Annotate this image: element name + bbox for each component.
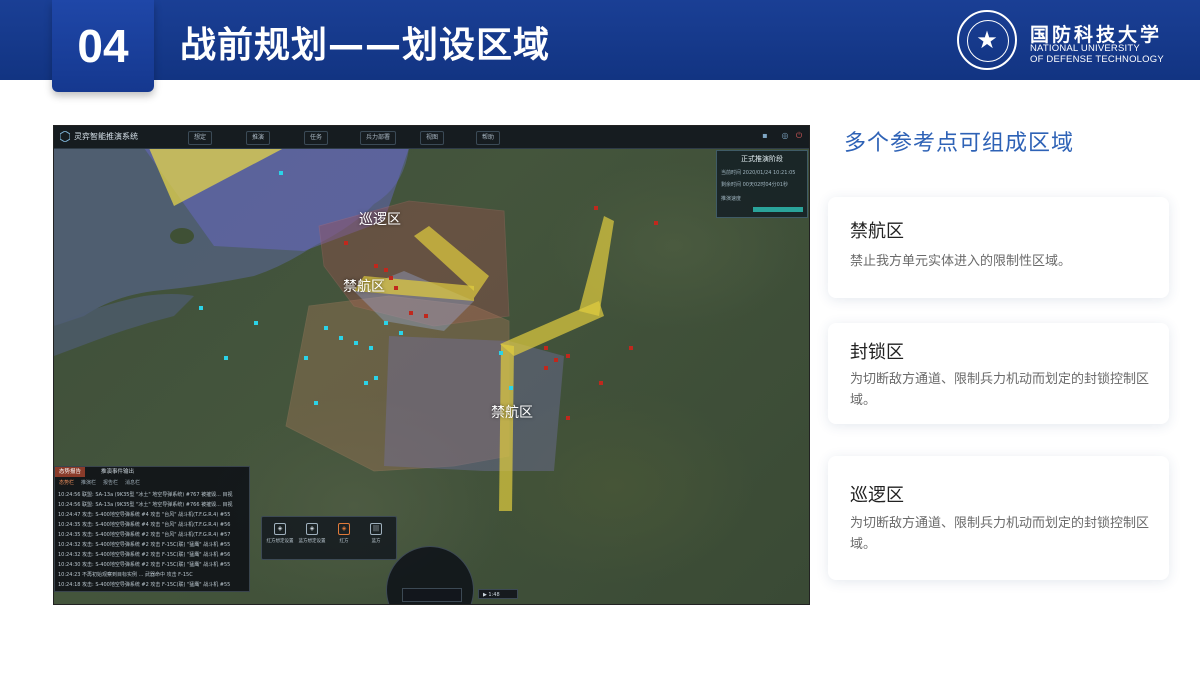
star-icon: ★ [976,26,998,54]
blue-side-control[interactable]: ||| 蓝方 [362,523,390,544]
section-number: 04 [52,0,154,92]
subtab-situation[interactable]: 态势栏 [59,479,74,487]
log-line: 10:24:56 联盟: SA-13a (9K35型 "冰土" 地空导弹系统) … [58,502,233,508]
control-label: 蓝方 [371,539,381,544]
subtab-message[interactable]: 消息栏 [125,479,140,487]
stage-remaining-time: 剩余时间 00天02时04分01秒 [721,182,789,188]
log-line: 10:24:47 攻击: S-400地空导弹系统 #4 攻击 "台风" 战斗机(… [58,512,231,518]
log-panel: 态势报告 推演事件输出 态势栏 推演栏 报告栏 消息栏 10:24:56 联盟:… [54,466,250,592]
control-label: 红方想定设置 [266,539,294,544]
card-title: 巡逻区 [850,485,904,506]
subtab-simulate[interactable]: 推演栏 [81,479,96,487]
speed-bar[interactable] [753,207,803,212]
stage-current-time: 当前时间 2020/01/24 10:21:05 [721,170,796,176]
island [170,228,194,244]
zone-card-patrol: 巡逻区 为切断敌方通道、限制兵力机动而划定的封锁控制区域。 [828,456,1169,580]
toolbar-item-simulate[interactable]: 推演 [246,131,271,145]
header-bar: 战前规划——划设区域 ★ 国防科技大学 NATIONAL UNIVERSITY … [0,0,1200,80]
log-line: 10:24:35 攻击: S-400地空导弹系统 #2 攻击 "台风" 战斗机(… [58,532,231,538]
toolbar-item-help[interactable]: 帮助 [476,131,501,145]
university-name-en-line1: NATIONAL UNIVERSITY [1030,43,1140,54]
power-icon[interactable]: ⏻ [794,131,804,141]
control-panel: ◈ 红方想定设置 ◈ 蓝方想定设置 ◈ 红方 ||| 蓝方 [261,516,397,560]
blue-setup-control[interactable]: ◈ 蓝方想定设置 [298,523,326,544]
subtab-report[interactable]: 报告栏 [103,479,118,487]
zone-label-patrol: 巡逻区 [359,212,401,228]
yellow-corridor-5 [499,344,514,511]
red-side-icon: ◈ [338,523,350,535]
log-line: 10:24:56 联盟: SA-13a (9K35型 "冰土" 地空导弹系统) … [58,492,233,498]
slide-title: 战前规划——划设区域 [180,25,551,66]
university-name-en-line2: OF DEFENSE TECHNOLOGY [1030,54,1164,65]
log-line: 10:24:35 攻击: S-400地空导弹系统 #4 攻击 "台风" 战斗机(… [58,522,231,528]
stage-panel: 正式推演阶段 当前时间 2020/01/24 10:21:05 剩余时间 00天… [716,150,808,218]
control-label: 蓝方想定设置 [298,539,326,544]
toolbar-item-scenario[interactable]: 想定 [188,131,213,145]
zone-card-no-fly: 禁航区 禁止我方单元实体进入的限制性区域。 [828,197,1169,298]
stage-title: 正式推演阶段 [741,155,783,163]
bars-icon: ||| [370,523,382,535]
tab-event-output[interactable]: 推演事件输出 [97,467,138,477]
toolbar-item-view[interactable]: 视图 [420,131,445,145]
log-line: 10:24:23 不再初始观察到目标实例 ... 武器命中 攻击 F-15C [58,572,193,578]
red-side-control[interactable]: ◈ 红方 [330,523,358,544]
app-title: 灵弈智能推演系统 [74,132,138,141]
bottom-toolbar[interactable] [402,588,462,602]
card-description: 为切断敌方通道、限制兵力机动而划定的封锁控制区域。 [850,372,1150,408]
shield-icon: ◈ [306,523,318,535]
card-title: 禁航区 [850,221,904,242]
stage-speed: 推演速度 [721,196,742,202]
section-subtitle: 多个参考点可组成区域 [844,131,1075,156]
simulation-screenshot: 灵弈智能推演系统 想定 推演 任务 兵力部署 视图 帮助 ▪ ◎ ⏻ 巡逻区 禁… [53,125,810,605]
toolbar-item-deploy[interactable]: 兵力部署 [360,131,397,145]
log-line: 10:24:18 攻击: S-400地空导弹系统 #2 攻击 F-15C(联) … [58,582,231,588]
toolbar-item-task[interactable]: 任务 [304,131,329,145]
settings-icon[interactable]: ◎ [780,131,790,141]
university-seal-icon: ★ [957,10,1017,70]
play-time[interactable]: ▶ 1:48 [478,589,518,599]
tab-situation-report[interactable]: 态势报告 [55,467,86,477]
card-description: 为切断敌方通道、限制兵力机动而划定的封锁控制区域。 [850,516,1150,552]
shield-icon: ◈ [274,523,286,535]
red-setup-control[interactable]: ◈ 红方想定设置 [266,523,294,544]
card-description: 禁止我方单元实体进入的限制性区域。 [850,254,1072,269]
network-icon[interactable]: ▪ [760,131,770,141]
yellow-corridor-4 [579,216,614,316]
zone-card-blockade: 封锁区 为切断敌方通道、限制兵力机动而划定的封锁控制区域。 [828,323,1169,424]
no-fly-zone-bottom [384,336,564,471]
app-topbar: 灵弈智能推演系统 想定 推演 任务 兵力部署 视图 帮助 ▪ ◎ ⏻ [54,126,809,149]
card-title: 封锁区 [850,342,904,363]
log-line: 10:24:32 攻击: S-400地空导弹系统 #2 攻击 F-15C(联) … [58,552,231,558]
zone-label-no-fly-2: 禁航区 [491,405,533,421]
control-label: 红方 [339,539,349,544]
app-logo-icon [60,131,70,142]
zone-label-no-fly-1: 禁航区 [343,279,385,295]
log-line: 10:24:30 攻击: S-400地空导弹系统 #2 攻击 F-15C(联) … [58,562,231,568]
log-line: 10:24:32 攻击: S-400地空导弹系统 #2 攻击 F-15C(联) … [58,542,231,548]
